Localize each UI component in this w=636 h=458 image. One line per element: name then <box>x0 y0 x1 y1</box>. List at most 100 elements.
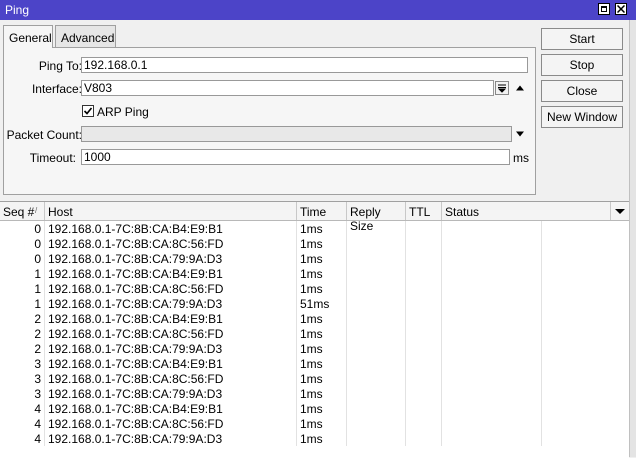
cell-status <box>442 251 542 266</box>
table-row[interactable]: 4 192.168.0.1-7C:8B:CA:8C:56:FD 1ms <box>0 416 629 431</box>
arp-ping-checkbox[interactable] <box>82 105 94 117</box>
cell-host: 192.168.0.1-7C:8B:CA:B4:E9:B1 <box>45 266 297 281</box>
cell-time: 1ms <box>297 326 347 341</box>
cell-host: 192.168.0.1-7C:8B:CA:B4:E9:B1 <box>45 221 297 236</box>
table-row[interactable]: 1 192.168.0.1-7C:8B:CA:B4:E9:B1 1ms <box>0 266 629 281</box>
cell-ttl <box>406 341 442 356</box>
cell-ttl <box>406 221 442 236</box>
table-row[interactable]: 2 192.168.0.1-7C:8B:CA:8C:56:FD 1ms <box>0 326 629 341</box>
table-row[interactable]: 4 192.168.0.1-7C:8B:CA:B4:E9:B1 1ms <box>0 401 629 416</box>
cell-seq: 1 <box>0 266 45 281</box>
table-row[interactable]: 3 192.168.0.1-7C:8B:CA:B4:E9:B1 1ms <box>0 356 629 371</box>
cell-ttl <box>406 371 442 386</box>
table-row[interactable]: 0 192.168.0.1-7C:8B:CA:8C:56:FD 1ms <box>0 236 629 251</box>
cell-host: 192.168.0.1-7C:8B:CA:8C:56:FD <box>45 416 297 431</box>
up-arrow-icon[interactable] <box>515 84 525 92</box>
column-ttl[interactable]: TTL <box>406 202 442 220</box>
cell-host: 192.168.0.1-7C:8B:CA:79:9A:D3 <box>45 296 297 311</box>
new-window-button[interactable]: New Window <box>541 106 623 128</box>
table-row[interactable]: 0 192.168.0.1-7C:8B:CA:B4:E9:B1 1ms <box>0 221 629 236</box>
cell-host: 192.168.0.1-7C:8B:CA:B4:E9:B1 <box>45 401 297 416</box>
ping-to-input[interactable]: 192.168.0.1 <box>81 57 528 73</box>
cell-ttl <box>406 356 442 371</box>
cell-seq: 4 <box>0 416 45 431</box>
timeout-input[interactable]: 1000 <box>81 149 510 165</box>
cell-reply-size <box>347 356 406 371</box>
cell-time: 1ms <box>297 281 347 296</box>
cell-reply-size <box>347 401 406 416</box>
stop-button[interactable]: Stop <box>541 54 623 76</box>
window-edge <box>629 20 636 457</box>
sort-icon: / <box>35 206 38 215</box>
cell-host: 192.168.0.1-7C:8B:CA:8C:56:FD <box>45 281 297 296</box>
column-menu-button[interactable] <box>611 202 629 220</box>
cell-reply-size <box>347 221 406 236</box>
maximize-icon[interactable] <box>598 3 610 15</box>
cell-reply-size <box>347 386 406 401</box>
cell-seq: 1 <box>0 296 45 311</box>
cell-reply-size <box>347 371 406 386</box>
cell-time: 1ms <box>297 356 347 371</box>
column-status[interactable]: Status <box>442 202 611 220</box>
cell-reply-size <box>347 296 406 311</box>
cell-host: 192.168.0.1-7C:8B:CA:79:9A:D3 <box>45 386 297 401</box>
table-row[interactable]: 3 192.168.0.1-7C:8B:CA:79:9A:D3 1ms <box>0 386 629 401</box>
cell-status <box>442 386 542 401</box>
cell-status <box>442 311 542 326</box>
interface-select[interactable]: V803 <box>81 80 494 96</box>
column-reply-size[interactable]: Reply Size <box>347 202 406 233</box>
cell-time: 1ms <box>297 401 347 416</box>
cell-time: 1ms <box>297 251 347 266</box>
title-bar[interactable]: Ping <box>0 0 636 20</box>
cell-seq: 4 <box>0 401 45 416</box>
table-row[interactable]: 1 192.168.0.1-7C:8B:CA:79:9A:D3 51ms <box>0 296 629 311</box>
interface-label: Interface: <box>31 82 82 96</box>
cell-seq: 3 <box>0 371 45 386</box>
column-seq[interactable]: Seq # / <box>0 202 45 220</box>
packet-count-input[interactable] <box>81 126 512 142</box>
cell-seq: 4 <box>0 431 45 446</box>
tab-general[interactable]: General <box>3 25 53 48</box>
cell-seq: 0 <box>0 236 45 251</box>
cell-reply-size <box>347 236 406 251</box>
cell-host: 192.168.0.1-7C:8B:CA:79:9A:D3 <box>45 251 297 266</box>
cell-host: 192.168.0.1-7C:8B:CA:8C:56:FD <box>45 326 297 341</box>
table-row[interactable]: 4 192.168.0.1-7C:8B:CA:79:9A:D3 1ms <box>0 431 629 446</box>
cell-ttl <box>406 266 442 281</box>
table-row[interactable]: 3 192.168.0.1-7C:8B:CA:8C:56:FD 1ms <box>0 371 629 386</box>
cell-status <box>442 401 542 416</box>
cell-ttl <box>406 236 442 251</box>
table-row[interactable]: 0 192.168.0.1-7C:8B:CA:79:9A:D3 1ms <box>0 251 629 266</box>
interface-dropdown-button[interactable] <box>495 81 509 95</box>
cell-reply-size <box>347 251 406 266</box>
tab-advanced[interactable]: Advanced <box>55 25 116 47</box>
column-host[interactable]: Host <box>45 202 297 220</box>
cell-reply-size <box>347 311 406 326</box>
cell-host: 192.168.0.1-7C:8B:CA:B4:E9:B1 <box>45 311 297 326</box>
down-arrow-icon[interactable] <box>515 130 525 138</box>
cell-status <box>442 416 542 431</box>
cell-seq: 2 <box>0 311 45 326</box>
cell-reply-size <box>347 431 406 446</box>
dropdown-icon <box>497 84 507 93</box>
table-row[interactable]: 1 192.168.0.1-7C:8B:CA:8C:56:FD 1ms <box>0 281 629 296</box>
cell-status <box>442 221 542 236</box>
cell-reply-size <box>347 281 406 296</box>
table-row[interactable]: 2 192.168.0.1-7C:8B:CA:B4:E9:B1 1ms <box>0 311 629 326</box>
cell-time: 1ms <box>297 386 347 401</box>
cell-ttl <box>406 311 442 326</box>
close-icon[interactable] <box>615 3 627 15</box>
window-title: Ping <box>5 3 30 17</box>
cell-ttl <box>406 251 442 266</box>
table-row[interactable]: 2 192.168.0.1-7C:8B:CA:79:9A:D3 1ms <box>0 341 629 356</box>
cell-ttl <box>406 296 442 311</box>
close-button[interactable]: Close <box>541 80 623 102</box>
cell-status <box>442 341 542 356</box>
cell-host: 192.168.0.1-7C:8B:CA:B4:E9:B1 <box>45 356 297 371</box>
cell-status <box>442 431 542 446</box>
cell-status <box>442 281 542 296</box>
cell-seq: 0 <box>0 251 45 266</box>
cell-host: 192.168.0.1-7C:8B:CA:79:9A:D3 <box>45 341 297 356</box>
column-time[interactable]: Time <box>297 202 347 220</box>
start-button[interactable]: Start <box>541 28 623 50</box>
